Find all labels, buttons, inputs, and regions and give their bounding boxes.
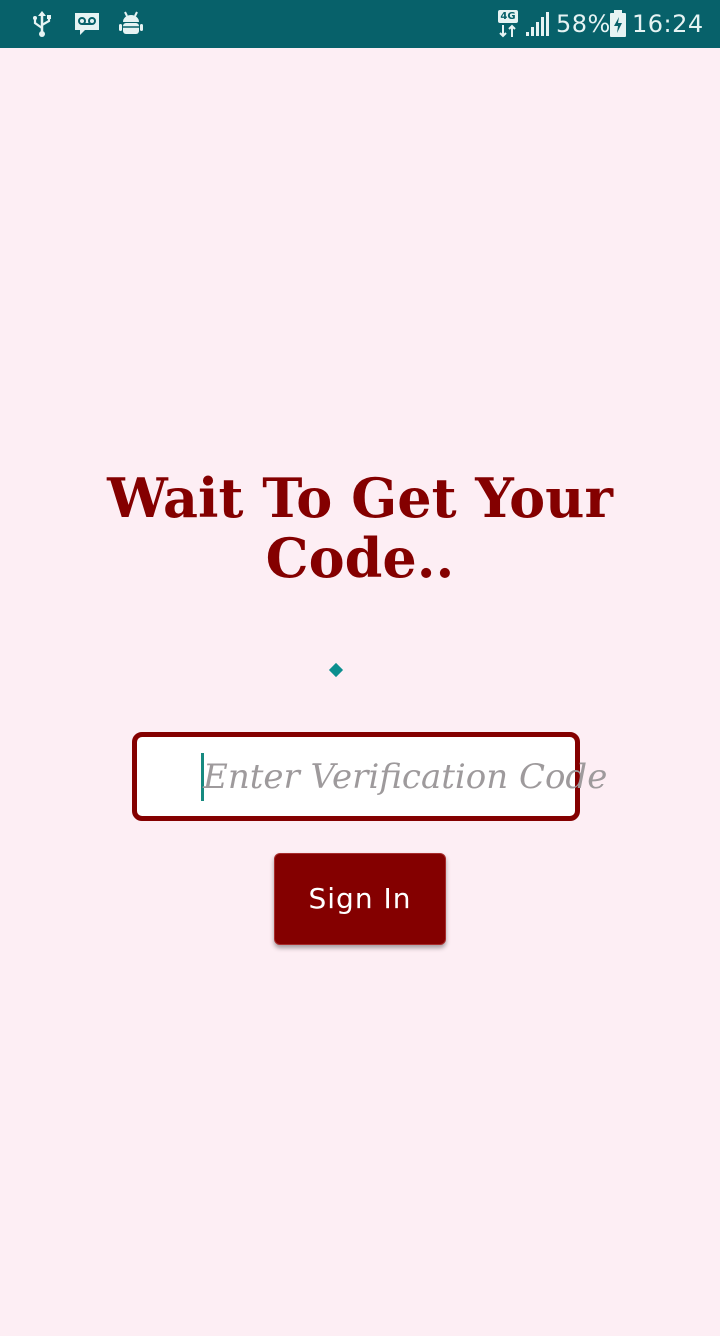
page-title: Wait To Get Your Code..	[107, 466, 613, 590]
verification-code-placeholder: Enter Verification Code	[203, 757, 608, 797]
clock: 16:24	[632, 10, 704, 38]
usb-icon	[30, 10, 54, 38]
network-type-label: 4G	[498, 10, 518, 23]
network-type-icon: 4G	[498, 10, 520, 38]
android-debug-icon	[119, 10, 143, 38]
sign-in-button[interactable]: Sign In	[274, 853, 446, 945]
voicemail-icon	[74, 10, 100, 38]
signal-strength-icon	[525, 10, 551, 38]
status-bar: 4G 58% 16:24	[0, 0, 720, 48]
verification-code-input[interactable]: Enter Verification Code	[132, 732, 607, 821]
battery-percent: 58%	[556, 10, 611, 38]
progress-indicator	[328, 662, 344, 678]
battery-charging-icon	[608, 10, 628, 38]
